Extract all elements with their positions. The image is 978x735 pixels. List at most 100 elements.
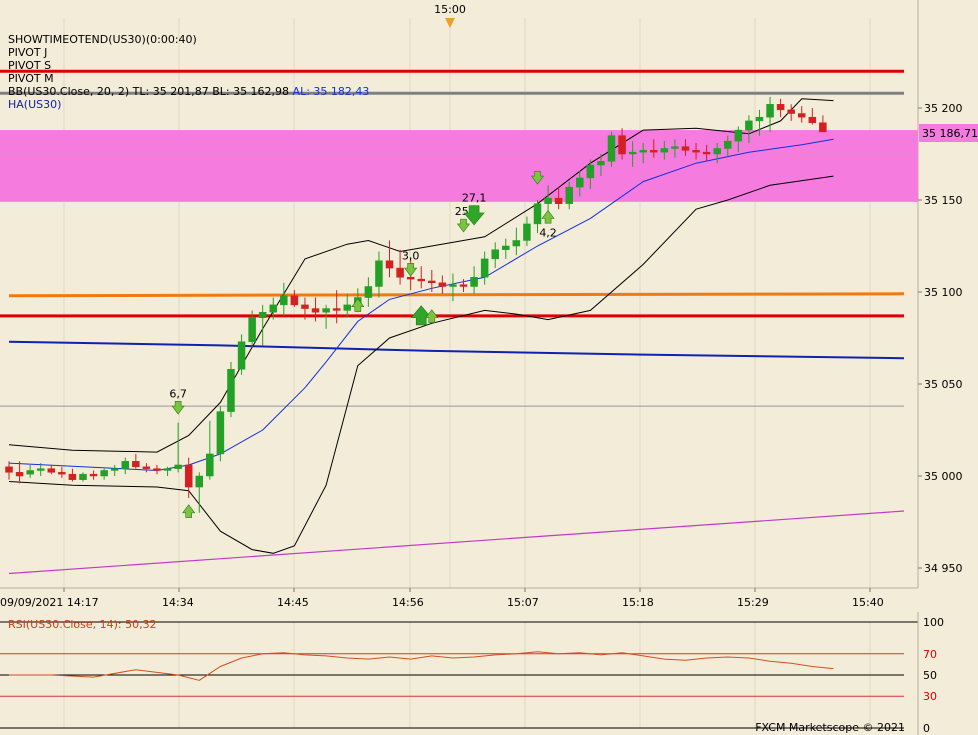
candle-body-44 — [470, 277, 478, 287]
candle-body-46 — [491, 249, 499, 260]
candle-body-27 — [290, 295, 299, 306]
candle-body-8 — [89, 473, 98, 477]
legend-ha: HA(US30) — [8, 98, 61, 111]
legend-showtime: SHOWTIMEOTEND(US30)(0:00:40) — [8, 33, 197, 46]
candle-body-29 — [311, 308, 320, 313]
candle-body-62 — [660, 148, 669, 153]
candle-body-60 — [639, 150, 647, 153]
candle-body-65 — [692, 150, 700, 153]
candle-body-6 — [68, 473, 77, 480]
candle-body-24 — [258, 311, 267, 319]
candle-body-42 — [449, 284, 457, 287]
price-tag-label: 35 186,71 — [922, 127, 978, 140]
candle-body-7 — [79, 473, 87, 480]
legend-bb-bl: BL: 35 162,98 — [212, 85, 292, 98]
legend-bb-prefix: BB(US30.Close, 20, 2) — [8, 85, 133, 98]
y-tick-label-2: 35 100 — [924, 286, 963, 299]
candle-body-55 — [586, 164, 595, 179]
x-tick-label-7: 15:40 — [852, 596, 884, 609]
candle-body-17 — [184, 464, 193, 488]
candle-body-20 — [216, 411, 225, 455]
candle-body-51 — [544, 197, 552, 204]
candle-body-3 — [36, 468, 45, 471]
candle-body-71 — [755, 116, 764, 122]
candle-body-15 — [163, 468, 172, 471]
zone-band — [0, 130, 918, 202]
candle-body-35 — [375, 260, 383, 287]
y-tick-label-5: 34 950 — [924, 562, 963, 575]
candle-body-40 — [428, 280, 436, 284]
x-tick-label-4: 15:07 — [507, 596, 539, 609]
candle-body-21 — [227, 369, 235, 412]
candle-body-43 — [459, 284, 468, 287]
x-tick-label-3: 14:56 — [392, 596, 424, 609]
candle-body-61 — [650, 150, 658, 153]
candle-body-50 — [533, 203, 542, 225]
price-chart[interactable]: 6,73,025,27,14,2 15:0035 20035 15035 100… — [0, 0, 978, 735]
candle-body-77 — [819, 122, 827, 133]
candle-body-49 — [523, 223, 531, 241]
x-tick-label-2: 14:45 — [277, 596, 309, 609]
candle-body-18 — [195, 475, 204, 488]
candle-body-64 — [681, 146, 690, 151]
x-tick-label-0: 09/09/2021 14:17 — [0, 596, 99, 609]
candle-body-19 — [206, 453, 214, 477]
signal-label-7: 27,1 — [462, 192, 487, 205]
legend-bb-tl: TL: 35 201,87 — [132, 85, 213, 98]
candle-body-22 — [237, 341, 246, 370]
candle-body-76 — [808, 116, 817, 123]
candle-body-38 — [406, 277, 415, 280]
candle-body-75 — [798, 113, 806, 118]
orange-line — [8, 292, 905, 298]
candle-body-45 — [480, 258, 489, 278]
candle-body-13 — [142, 466, 151, 469]
candle-body-47 — [502, 245, 510, 250]
candle-body-34 — [364, 286, 373, 298]
candle-body-26 — [280, 295, 288, 306]
rsi-tick-label-1: 70 — [923, 648, 937, 661]
legend-bb: BB(US30.Close, 20, 2) TL: 35 201,87 BL: … — [8, 85, 369, 98]
y-tick-label-1: 35 150 — [924, 194, 963, 207]
candle-body-16 — [174, 464, 182, 469]
x-tick-label-5: 15:18 — [622, 596, 654, 609]
candle-body-5 — [58, 472, 66, 475]
candle-body-30 — [322, 308, 330, 313]
candle-body-14 — [153, 468, 161, 471]
time-marker-label: 15:00 — [434, 3, 466, 16]
rsi-title: RSI(US30.Close, 14): 50,32 — [8, 618, 157, 631]
x-tick-label-1: 14:34 — [162, 596, 194, 609]
candle-body-28 — [301, 304, 309, 309]
candle-body-41 — [438, 282, 447, 287]
candle-body-37 — [396, 267, 404, 278]
candle-body-74 — [787, 109, 795, 114]
legend-bb-al: AL: 35 182,43 — [293, 85, 370, 98]
candle-body-69 — [734, 129, 743, 142]
candle-body-36 — [385, 260, 394, 269]
candle-body-67 — [713, 148, 721, 155]
candle-body-57 — [607, 135, 616, 162]
rsi-tick-label-3: 30 — [923, 690, 937, 703]
candle-body-52 — [554, 197, 563, 204]
footer-credit: FXCM Marketscope © 2021 — [755, 721, 905, 734]
candle-body-63 — [671, 146, 679, 149]
y-tick-label-3: 35 050 — [924, 378, 963, 391]
candle-body-66 — [702, 151, 711, 155]
legend-pivot-s: PIVOT S — [8, 59, 51, 72]
candle-body-25 — [269, 304, 277, 313]
candle-body-23 — [248, 317, 256, 342]
candle-body-0 — [5, 466, 13, 473]
candle-body-70 — [745, 120, 753, 131]
rsi-tick-label-2: 50 — [923, 669, 937, 682]
candle-body-4 — [47, 468, 56, 473]
candle-body-72 — [766, 104, 774, 118]
candle-body-1 — [15, 472, 24, 477]
candle-body-68 — [724, 140, 732, 149]
candle-body-31 — [332, 308, 341, 311]
rsi-tick-label-0: 100 — [923, 616, 944, 629]
candle-body-58 — [618, 135, 626, 155]
candle-body-39 — [417, 278, 425, 282]
candle-body-10 — [110, 468, 119, 471]
legend-pivot-j: PIVOT J — [8, 46, 47, 59]
x-tick-label-6: 15:29 — [737, 596, 769, 609]
signal-label-5: 3,0 — [402, 249, 420, 262]
